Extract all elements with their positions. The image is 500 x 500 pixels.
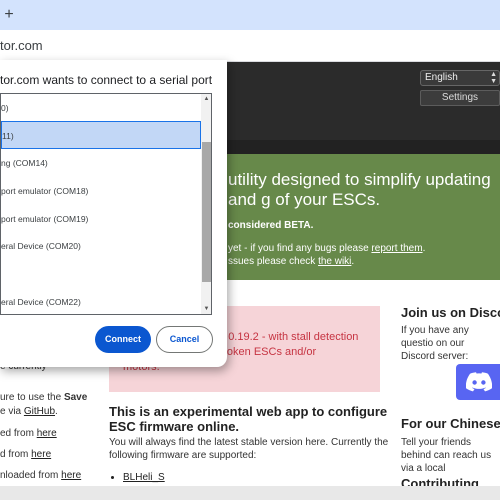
bottom-strip <box>0 486 500 500</box>
discord-button[interactable] <box>456 364 500 400</box>
bugs-suffix: . <box>422 243 426 254</box>
left-github-line: e via GitHub. <box>0 406 58 417</box>
dialog-title: tor.com wants to connect to a serial por… <box>0 73 213 87</box>
firmware-list: BLHeli_S <box>123 472 165 483</box>
url-text[interactable]: tor.com <box>0 38 43 53</box>
language-select[interactable]: English ▲ ▼ <box>420 70 500 86</box>
serial-port-dialog: tor.com wants to connect to a serial por… <box>0 60 227 367</box>
save-prefix: ure to use the <box>0 392 64 403</box>
port-item[interactable]: 0) <box>1 94 201 122</box>
port-list-scrollbar[interactable]: ▲ ▼ <box>201 94 211 314</box>
connect-button[interactable]: Connect <box>95 326 151 353</box>
cancel-button[interactable]: Cancel <box>156 326 213 353</box>
here1-prefix: ed from <box>0 428 37 439</box>
chinese-heading: For our Chinese <box>401 416 500 431</box>
port-item[interactable]: port emulator (COM19) <box>1 205 201 233</box>
here3-link[interactable]: here <box>61 470 81 481</box>
scroll-up-icon[interactable]: ▲ <box>201 96 211 102</box>
settings-button[interactable]: Settings <box>420 90 500 106</box>
discord-icon <box>466 372 492 392</box>
main-title: This is an experimental web app to confi… <box>109 404 388 434</box>
banner-bugs-text: yet - if you find any bugs please report… <box>228 243 425 254</box>
banner-issues-text: ssues please check the wiki. <box>228 256 354 267</box>
port-item[interactable]: eral Device (COM20) <box>1 232 201 260</box>
discord-heading: Join us on Discor <box>401 305 500 320</box>
main-description: You will always find the latest stable v… <box>109 437 389 461</box>
github-prefix: e via <box>0 406 24 417</box>
left-save-line: ure to use the Save <box>0 392 87 403</box>
scroll-thumb[interactable] <box>202 142 211 282</box>
report-link[interactable]: report them <box>371 243 422 254</box>
issues-suffix: . <box>351 256 355 267</box>
select-arrows-icon: ▲ ▼ <box>490 71 497 85</box>
here3-prefix: nloaded from <box>0 470 62 481</box>
scroll-down-icon[interactable]: ▼ <box>201 306 211 312</box>
port-list[interactable]: 0) 11) ng (COM14) port emulator (COM18) … <box>0 93 212 315</box>
firmware-link[interactable]: BLHeli_S <box>123 472 165 483</box>
left-here3-line: nloaded from here <box>0 470 81 481</box>
tab-bar: + <box>0 0 500 30</box>
banner-title: utility designed to simplify updating an… <box>228 170 491 209</box>
firmware-item: BLHeli_S <box>123 472 165 483</box>
port-item[interactable]: eral Device (COM22) <box>1 288 201 314</box>
save-bold: Save <box>63 392 88 403</box>
left-here1-line: ed from here <box>0 428 57 439</box>
port-item[interactable]: ng (COM14) <box>1 149 201 177</box>
chinese-text: Tell your friends behind can reach us vi… <box>401 437 492 474</box>
port-item[interactable] <box>1 260 201 288</box>
browser-tab[interactable] <box>0 2 190 30</box>
here2-link[interactable]: here <box>31 449 51 460</box>
github-suffix: . <box>55 406 58 417</box>
here2-prefix: d from <box>0 449 32 460</box>
here1-link[interactable]: here <box>37 428 57 439</box>
banner-beta-notice: considered BETA. <box>228 220 314 231</box>
wiki-link[interactable]: the wiki <box>318 256 351 267</box>
port-item[interactable]: port emulator (COM18) <box>1 177 201 205</box>
discord-text: If you have any questio on our Discord s… <box>401 325 469 362</box>
bugs-prefix: yet - if you find any bugs please <box>228 243 372 254</box>
port-item-selected[interactable]: 11) <box>1 121 201 149</box>
new-tab-button[interactable]: + <box>0 4 18 26</box>
address-bar[interactable]: tor.com <box>0 30 500 62</box>
language-value: English <box>425 72 458 83</box>
github-link[interactable]: GitHub <box>24 406 55 417</box>
left-here2-line: d from here <box>0 449 51 460</box>
issues-prefix: ssues please check <box>228 256 319 267</box>
